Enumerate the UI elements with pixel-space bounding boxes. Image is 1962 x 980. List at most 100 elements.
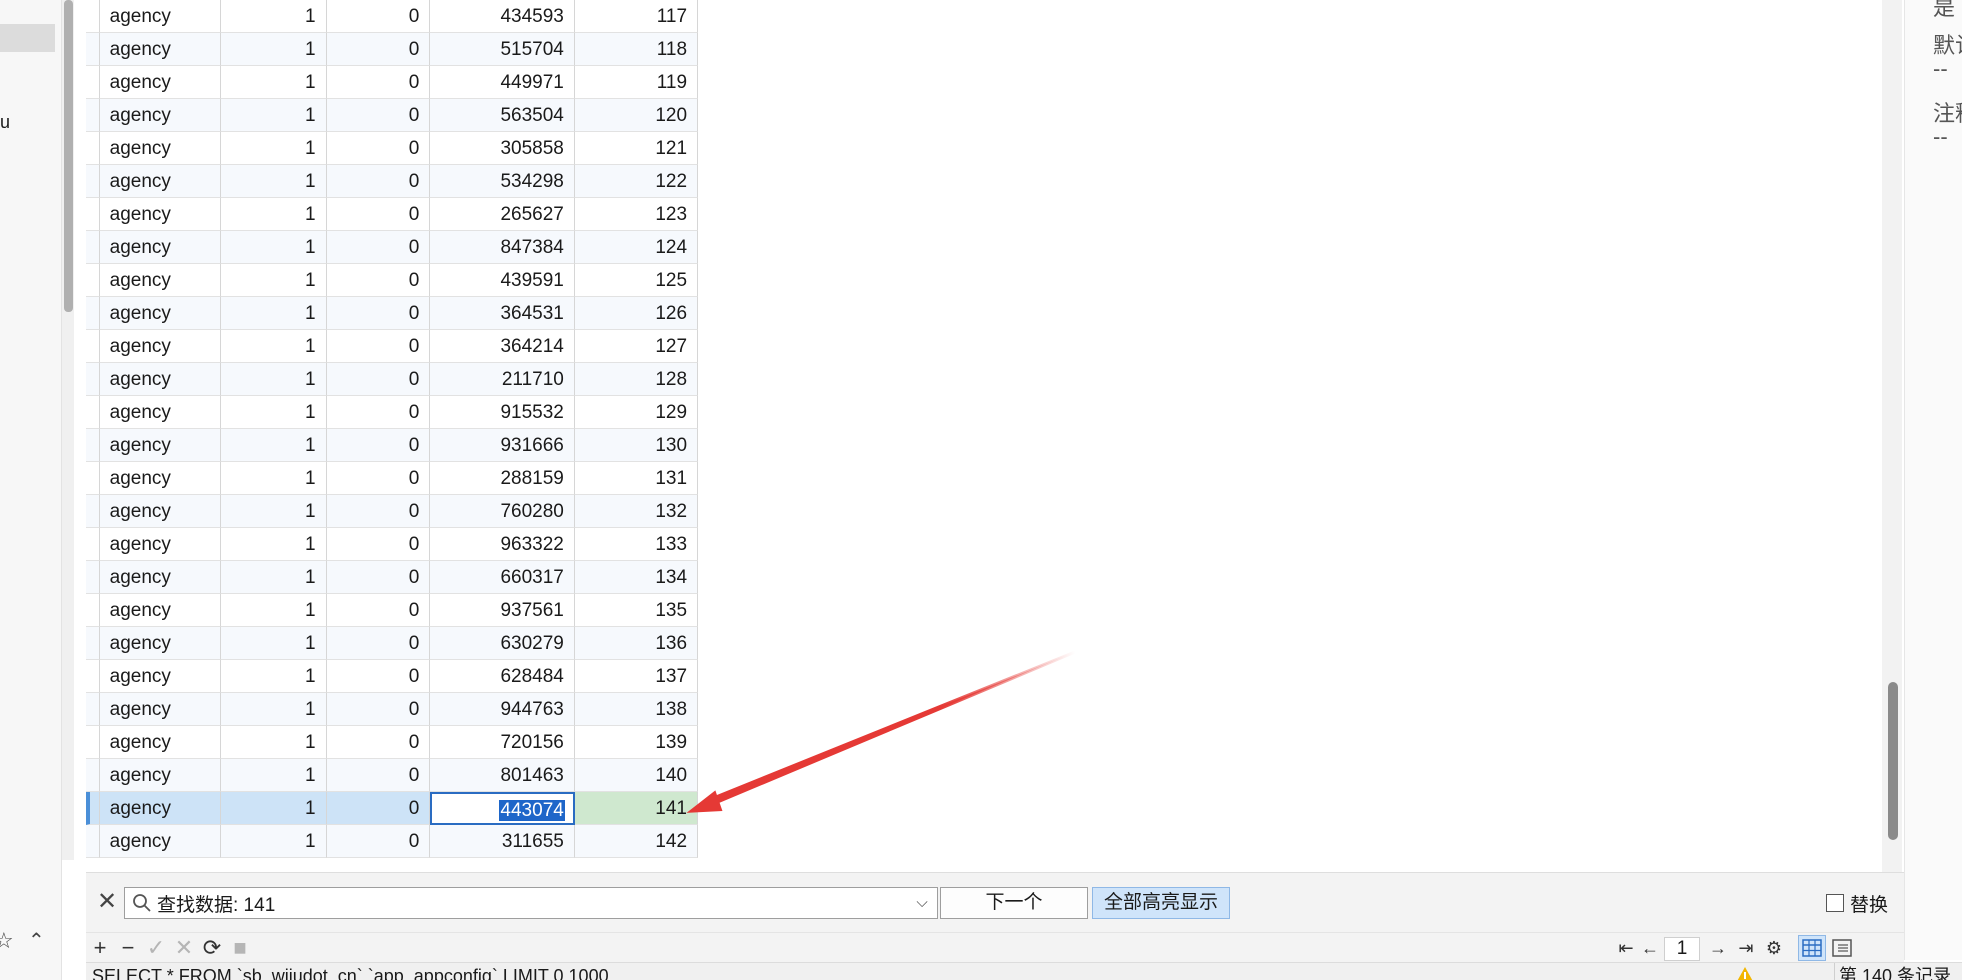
table-cell-b[interactable]: 0 [326, 99, 431, 132]
chevron-down-icon[interactable]: ⌵ [911, 892, 933, 914]
table-cell-a[interactable]: 1 [220, 297, 327, 330]
table-cell-b[interactable]: 0 [326, 429, 431, 462]
table-cell-type[interactable]: agency [99, 396, 221, 429]
table-cell-d[interactable]: 131 [574, 462, 699, 495]
table-cell-b[interactable]: 0 [326, 396, 431, 429]
table-cell-b[interactable]: 0 [326, 627, 431, 660]
last-page-icon[interactable]: ⇥ [1734, 936, 1758, 960]
row-marker[interactable] [86, 792, 100, 825]
next-page-icon[interactable]: → [1706, 936, 1730, 960]
row-marker[interactable] [86, 198, 100, 231]
table-cell-a[interactable]: 1 [220, 627, 327, 660]
table-cell-type[interactable]: agency [99, 561, 221, 594]
table-cell-d[interactable]: 136 [574, 627, 699, 660]
table-row[interactable]: agency 1 0 760280 132 [86, 495, 699, 528]
table-cell-c[interactable]: 801463 [430, 759, 575, 792]
table-cell-b[interactable]: 0 [326, 462, 431, 495]
table-cell-a[interactable]: 1 [220, 165, 327, 198]
table-row[interactable]: agency 1 0 515704 118 [86, 33, 699, 66]
table-cell-d[interactable]: 130 [574, 429, 699, 462]
table-cell-a[interactable]: 1 [220, 264, 327, 297]
table-row[interactable]: agency 1 0 439591 125 [86, 264, 699, 297]
first-page-icon[interactable]: ⇤ [1614, 936, 1638, 960]
row-marker[interactable] [86, 726, 100, 759]
find-field[interactable]: ⌵ [124, 887, 938, 919]
table-cell-d[interactable]: 125 [574, 264, 699, 297]
table-cell-a[interactable]: 1 [220, 792, 327, 825]
table-cell-c[interactable]: 311655 [430, 825, 575, 858]
table-row[interactable]: agency 1 0 963322 133 [86, 528, 699, 561]
table-cell-type[interactable]: agency [99, 528, 221, 561]
table-cell-a[interactable]: 1 [220, 561, 327, 594]
table-cell-c[interactable]: 931666 [430, 429, 575, 462]
table-row[interactable]: agency 1 0 931666 130 [86, 429, 699, 462]
table-cell-b[interactable]: 0 [326, 33, 431, 66]
table-cell-a[interactable]: 1 [220, 231, 327, 264]
row-marker[interactable] [86, 0, 100, 33]
table-cell-d[interactable]: 137 [574, 660, 699, 693]
table-row-selected[interactable]: agency 1 0 443074 141 [86, 792, 698, 825]
warning-icon[interactable] [1734, 966, 1756, 980]
table-row[interactable]: agency 1 0 311655 142 [86, 825, 699, 858]
table-cell-c[interactable]: 211710 [430, 363, 575, 396]
table-cell-d[interactable]: 122 [574, 165, 699, 198]
left-panel-scroll-thumb[interactable] [64, 0, 73, 312]
table-cell-c[interactable]: 915532 [430, 396, 575, 429]
table-row[interactable]: agency 1 0 288159 131 [86, 462, 699, 495]
table-cell-type[interactable]: agency [99, 363, 221, 396]
table-cell-type[interactable]: agency [99, 594, 221, 627]
row-marker[interactable] [86, 165, 100, 198]
table-cell-a[interactable]: 1 [220, 495, 327, 528]
highlight-all-button[interactable]: 全部高亮显示 [1092, 887, 1230, 919]
table-cell-a[interactable]: 1 [220, 396, 327, 429]
table-cell-d[interactable]: 127 [574, 330, 699, 363]
table-cell-b[interactable]: 0 [326, 561, 431, 594]
table-cell-d[interactable]: 129 [574, 396, 699, 429]
table-cell-type[interactable]: agency [99, 759, 221, 792]
table-row[interactable]: agency 1 0 660317 134 [86, 561, 699, 594]
left-panel-item-fragment[interactable]: u [0, 112, 10, 133]
table-cell-type[interactable]: agency [99, 792, 221, 825]
find-next-button[interactable]: 下一个 [940, 887, 1088, 919]
table-cell-c[interactable]: 515704 [430, 33, 575, 66]
table-cell-a[interactable]: 1 [220, 66, 327, 99]
cell-edit-selection[interactable]: 443074 [499, 800, 565, 821]
table-cell-d[interactable]: 121 [574, 132, 699, 165]
table-cell-c[interactable]: 305858 [430, 132, 575, 165]
table-cell-type[interactable]: agency [99, 429, 221, 462]
page-number-field[interactable]: 1 [1664, 937, 1700, 961]
row-marker[interactable] [86, 627, 100, 660]
table-row[interactable]: agency 1 0 305858 121 [86, 132, 699, 165]
table-row[interactable]: agency 1 0 801463 140 [86, 759, 699, 792]
table-cell-c[interactable]: 937561 [430, 594, 575, 627]
table-cell-a[interactable]: 1 [220, 462, 327, 495]
table-cell-d[interactable]: 128 [574, 363, 699, 396]
table-cell-d[interactable]: 133 [574, 528, 699, 561]
table-cell-b[interactable]: 0 [326, 0, 431, 33]
table-row[interactable]: agency 1 0 630279 136 [86, 627, 699, 660]
table-cell-b[interactable]: 0 [326, 363, 431, 396]
table-cell-d[interactable]: 141 [574, 792, 698, 825]
table-cell-a[interactable]: 1 [220, 825, 327, 858]
table-cell-c[interactable]: 288159 [430, 462, 575, 495]
star-icon[interactable]: ☆ [0, 928, 14, 954]
table-cell-d[interactable]: 138 [574, 693, 699, 726]
table-cell-c[interactable]: 628484 [430, 660, 575, 693]
table-cell-d[interactable]: 124 [574, 231, 699, 264]
row-marker[interactable] [86, 495, 100, 528]
table-cell-d[interactable]: 134 [574, 561, 699, 594]
table-cell-d[interactable]: 118 [574, 33, 699, 66]
replace-toggle[interactable]: 替换 [1826, 889, 1888, 917]
table-cell-d[interactable]: 123 [574, 198, 699, 231]
row-marker[interactable] [86, 297, 100, 330]
table-cell-type[interactable]: agency [99, 462, 221, 495]
table-row[interactable]: agency 1 0 720156 139 [86, 726, 699, 759]
table-cell-b[interactable]: 0 [326, 495, 431, 528]
row-marker[interactable] [86, 759, 100, 792]
table-cell-d[interactable]: 139 [574, 726, 699, 759]
row-marker[interactable] [86, 693, 100, 726]
row-marker[interactable] [86, 264, 100, 297]
row-marker[interactable] [86, 594, 100, 627]
table-cell-type[interactable]: agency [99, 627, 221, 660]
table-cell-d[interactable]: 117 [574, 0, 699, 33]
